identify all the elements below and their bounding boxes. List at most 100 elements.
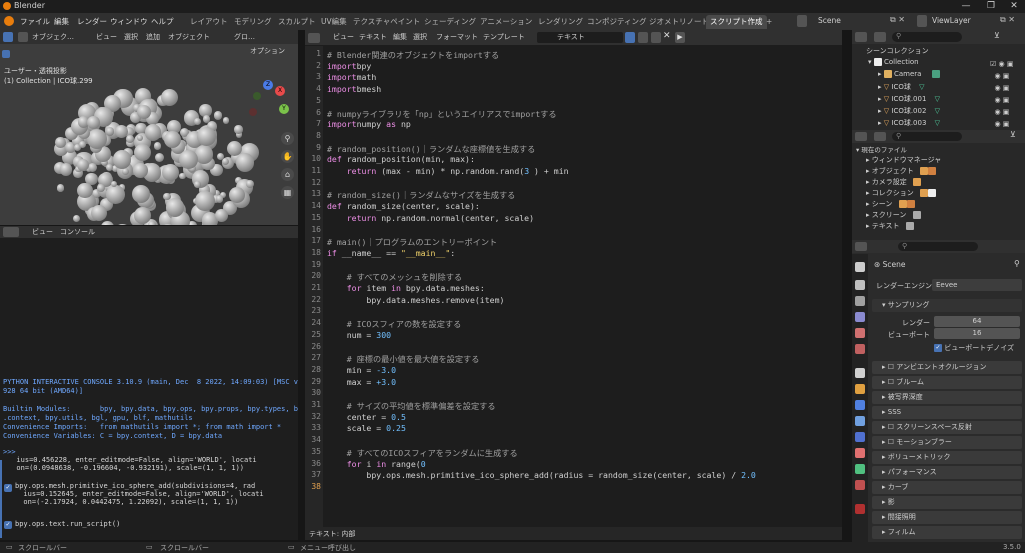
ico-sphere[interactable] <box>194 180 201 188</box>
blender-file-search-input[interactable]: ⚲ <box>892 132 962 141</box>
gizmo-neg-y[interactable] <box>253 92 261 100</box>
panel-indirect-lighting[interactable]: ▸ 間接照明 <box>872 511 1022 524</box>
tab-sculpt[interactable]: スカルプト <box>274 15 320 29</box>
code-line[interactable]: # 座標の最小値を最大値を設定する <box>327 353 480 365</box>
code-line[interactable]: # random_size()｜ランダムなサイズを生成する <box>327 189 515 201</box>
tool-tab-icon[interactable] <box>855 262 865 272</box>
panel-curves[interactable]: ▸ カーブ <box>872 481 1022 494</box>
panel-screen-space-reflections[interactable]: ▸ ☐ スクリーンスペース反射 <box>872 421 1022 434</box>
panel-sss[interactable]: ▸ SSS <box>872 406 1022 419</box>
panel-performance[interactable]: ▸ パフォーマンス <box>872 466 1022 479</box>
code-line[interactable]: for i in range(0 <box>327 459 426 469</box>
code-line[interactable]: return (max - min) * np.random.rand(3 ) … <box>327 166 569 176</box>
ico-sphere[interactable] <box>215 195 223 203</box>
code-line[interactable]: for item in bpy.data.meshes: <box>327 283 485 293</box>
add-workspace-button[interactable]: + <box>762 15 776 29</box>
code-line[interactable]: return np.random.normal(center, scale) <box>327 213 534 223</box>
particles-tab-icon[interactable] <box>855 416 865 426</box>
ico-sphere[interactable] <box>179 172 187 180</box>
ico-sphere[interactable] <box>148 221 156 225</box>
viewport-samples-field[interactable]: 16 <box>934 328 1020 339</box>
menu-file[interactable]: ファイル <box>20 16 50 27</box>
ico-sphere[interactable] <box>136 134 143 141</box>
ico-sphere[interactable] <box>134 143 152 162</box>
code-line[interactable]: num = 300 <box>327 330 391 340</box>
gizmo-z-axis[interactable]: Z <box>263 80 273 90</box>
panel-volumetrics[interactable]: ▸ ボリューメトリック <box>872 451 1022 464</box>
scene-collection-label[interactable]: シーンコレクション <box>866 46 929 56</box>
visibility-toggles[interactable]: ☑ ◉ ▣ ◉ ▣ ◉ ▣ ◉ ▣ ◉ ▣ ◉ ▣ <box>990 58 1013 130</box>
data-tab-icon[interactable] <box>855 464 865 474</box>
code-line[interactable]: if __name__ == "__main__": <box>327 248 455 258</box>
ico-sphere[interactable] <box>235 153 254 172</box>
ico-sphere[interactable] <box>213 111 223 120</box>
code-line[interactable]: importmath <box>327 72 376 82</box>
ico-sphere[interactable] <box>133 162 149 178</box>
text-editor-type-icon[interactable] <box>308 33 320 43</box>
ico-sphere[interactable] <box>90 205 107 222</box>
code-line[interactable]: importbpy <box>327 61 371 71</box>
view-layer-icon[interactable] <box>917 15 927 27</box>
code-line[interactable]: # numpyライブラリを「np」というエイリアスでimportする <box>327 108 557 120</box>
outliner-item-camera[interactable]: ▸ Camera <box>878 70 940 78</box>
editor-menu-edit[interactable]: 編集 <box>393 32 407 42</box>
ico-sphere[interactable] <box>87 162 98 173</box>
open-text-icon[interactable] <box>651 32 661 43</box>
code-line[interactable]: # main()｜プログラムのエントリーポイント <box>327 236 497 248</box>
ico-sphere[interactable] <box>73 215 81 223</box>
code-line[interactable]: # すべてのメッシュを削除する <box>327 271 462 283</box>
text-editor[interactable]: ビュー テキスト 編集 選択 フォーマット テンプレート テキスト ✕ ▶ 1 #… <box>305 30 842 540</box>
panel-motion-blur[interactable]: ▸ ☐ モーションブラー <box>872 436 1022 449</box>
ico-sphere[interactable] <box>106 163 114 171</box>
outliner-item-ico-003[interactable]: ▸ ▽ ICO球.003 ▽ <box>878 118 940 128</box>
current-file-label[interactable]: ▾ 現在のファイル <box>856 144 907 154</box>
file-item-collections[interactable]: ▸ コレクション <box>866 188 936 198</box>
properties-search-input[interactable]: ⚲ <box>898 242 978 251</box>
ico-sphere[interactable] <box>106 185 126 205</box>
tab-geometry-nodes[interactable]: ジオメトリノード <box>645 15 713 29</box>
blender-menu-icon[interactable] <box>4 16 14 26</box>
gizmo-y-axis[interactable]: Y <box>279 104 289 114</box>
code-line[interactable]: importnumpy as np <box>327 119 411 129</box>
modifier-tab-icon[interactable] <box>855 400 865 410</box>
tab-uv-edit[interactable]: UV編集 <box>317 15 351 29</box>
render-tab-icon[interactable] <box>855 280 865 290</box>
tab-texture-paint[interactable]: テクスチャペイント <box>349 15 424 29</box>
ico-sphere[interactable] <box>178 149 198 169</box>
file-item-scenes[interactable]: ▸ シーン <box>866 199 915 209</box>
world-tab-icon[interactable] <box>855 344 865 354</box>
tab-modeling[interactable]: モデリング <box>230 15 276 29</box>
menu-render[interactable]: レンダー <box>77 16 107 27</box>
ico-sphere[interactable] <box>134 206 152 224</box>
file-item-texts[interactable]: ▸ テキスト <box>866 221 914 231</box>
console-editor-type-icon[interactable] <box>3 227 19 237</box>
ico-sphere[interactable] <box>101 221 114 225</box>
code-line[interactable]: def random_size(center, scale): <box>327 201 480 211</box>
tab-layout[interactable]: レイアウト <box>186 15 232 29</box>
editor-menu-templates[interactable]: テンプレート <box>483 32 525 42</box>
ico-sphere[interactable] <box>193 118 201 126</box>
code-line[interactable]: center = 0.5 <box>327 412 406 422</box>
material-tab-icon[interactable] <box>855 480 865 490</box>
ico-sphere[interactable] <box>163 130 181 148</box>
python-console[interactable]: PYTHON INTERACTIVE CONSOLE 3.10.9 (main,… <box>0 238 298 540</box>
ico-sphere[interactable] <box>111 180 118 187</box>
tab-compositing[interactable]: コンポジティング <box>583 15 651 29</box>
tab-scripting[interactable]: スクリプト作成 <box>706 15 767 29</box>
code-line[interactable]: max = +3.0 <box>327 377 396 387</box>
duplicate-text-icon[interactable] <box>638 32 648 43</box>
editor-menu-view[interactable]: ビュー <box>333 32 354 42</box>
view-layer-name[interactable]: ViewLayer <box>932 16 971 25</box>
constraints-tab-icon[interactable] <box>855 448 865 458</box>
menu-window[interactable]: ウィンドウ <box>110 16 148 27</box>
outliner-item-collection[interactable]: ▾ Collection <box>868 58 919 66</box>
code-line[interactable]: scale = 0.25 <box>327 423 406 433</box>
object-tab-icon[interactable] <box>855 384 865 394</box>
blender-file-display-mode-icon[interactable] <box>874 132 886 141</box>
filter-icon[interactable]: ⊻ <box>994 31 1000 40</box>
blender-file-outliner[interactable]: ⚲ ⊻ ▾ 現在のファイル ▸ ウィンドウマネージャ ▸ オブジェクト ▸ カメ… <box>852 130 1025 240</box>
viewport-denoise-checkbox[interactable]: ✓ ビューポートデノイズ <box>934 343 1014 353</box>
ico-sphere[interactable] <box>154 153 164 163</box>
view-layer-actions-icon[interactable]: ⧉ ✕ <box>1000 15 1015 25</box>
tab-rendering[interactable]: レンダリング <box>534 15 587 29</box>
